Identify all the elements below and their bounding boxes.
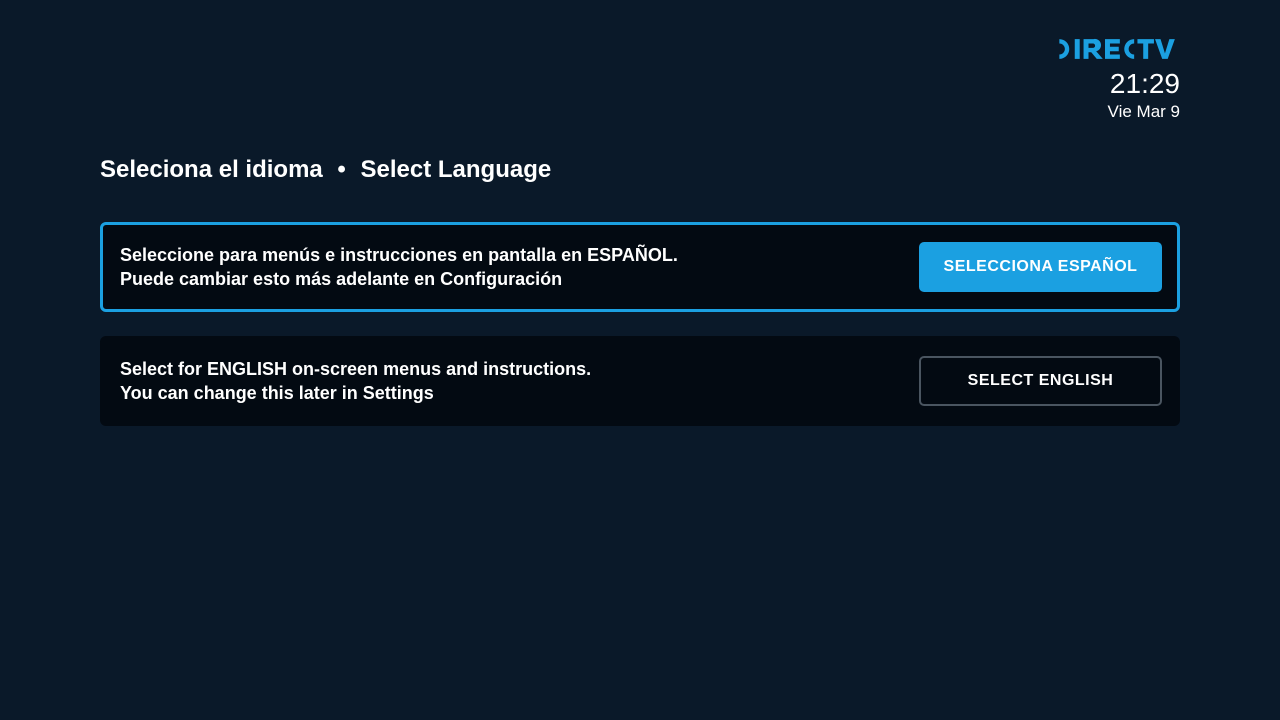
option-text-english: Select for ENGLISH on-screen menus and i… [120,357,919,406]
option-line1-spanish: Seleccione para menús e instrucciones en… [120,243,919,267]
option-line2-spanish: Puede cambiar esto más adelante en Confi… [120,267,919,291]
select-spanish-button[interactable]: SELECCIONA ESPAÑOL [919,242,1162,292]
option-line2-english: You can change this later in Settings [120,381,919,405]
page-title: Seleciona el idioma • Select Language [100,156,1180,184]
clock-date: Vie Mar 9 [1052,102,1180,122]
select-english-button[interactable]: SELECT ENGLISH [919,356,1162,406]
header: 21:29 Vie Mar 9 [1052,38,1180,122]
language-option-spanish[interactable]: Seleccione para menús e instrucciones en… [100,222,1180,312]
title-en: Select Language [361,156,552,183]
main-content: Seleciona el idioma • Select Language Se… [100,156,1180,450]
title-es: Seleciona el idioma [100,156,323,183]
clock-time: 21:29 [1052,69,1180,100]
option-line1-english: Select for ENGLISH on-screen menus and i… [120,357,919,381]
language-option-english[interactable]: Select for ENGLISH on-screen menus and i… [100,336,1180,426]
title-separator: • [331,156,353,183]
option-text-spanish: Seleccione para menús e instrucciones en… [120,243,919,292]
directv-logo [1052,38,1180,65]
